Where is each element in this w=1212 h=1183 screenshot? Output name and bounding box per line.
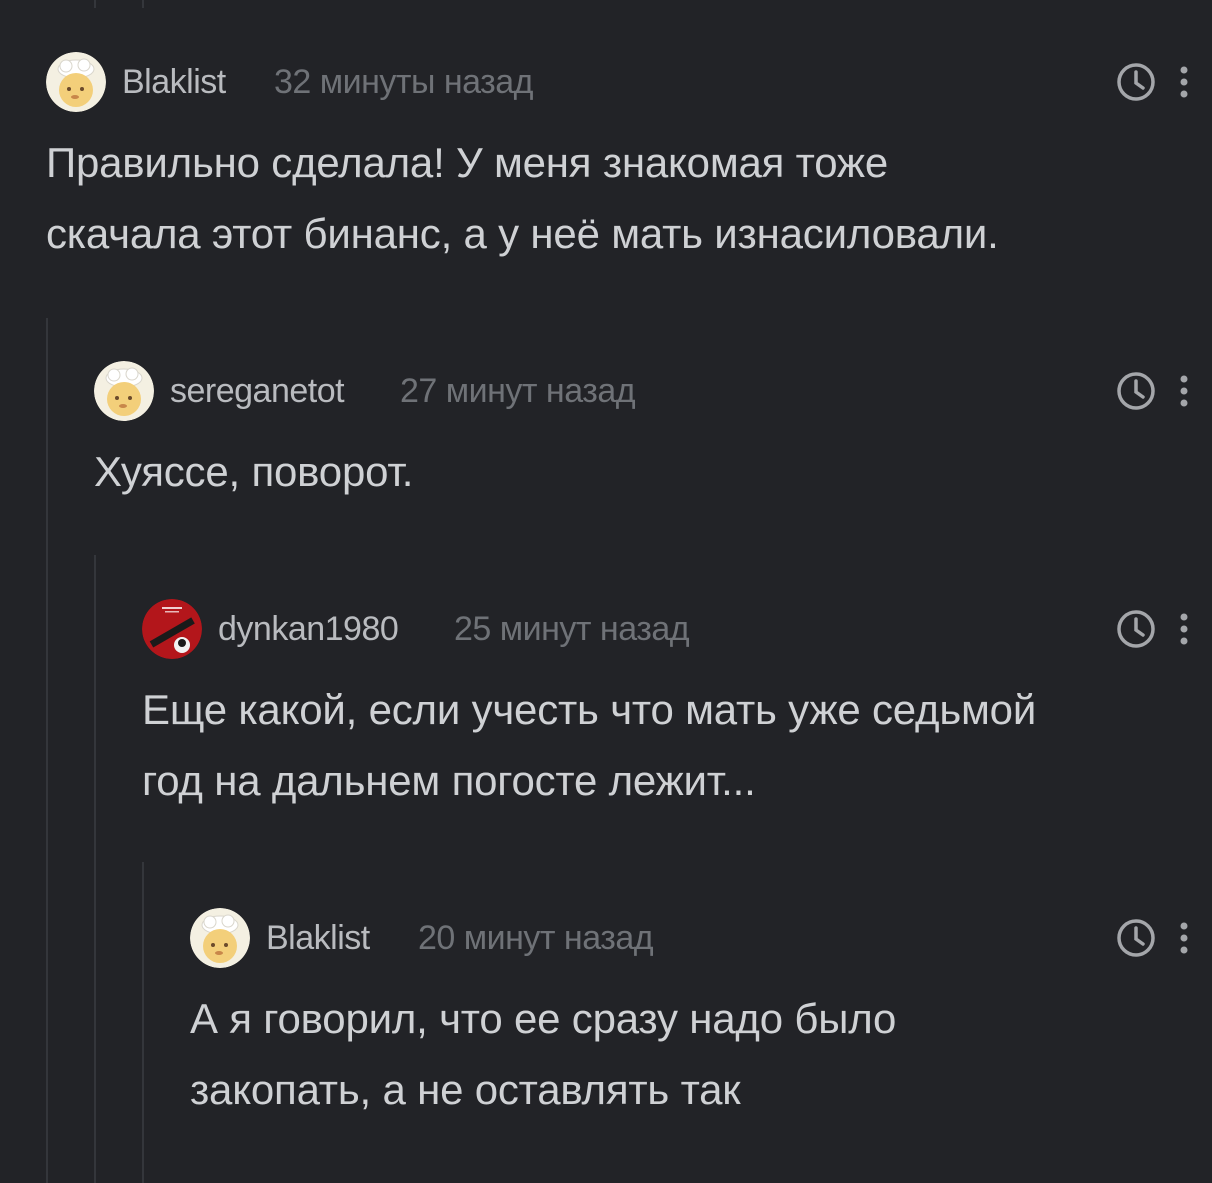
more-vertical-icon[interactable]: [1176, 62, 1192, 102]
comment: dynkan1980 25 минут назад Еще какой, есл…: [142, 599, 1212, 816]
username[interactable]: sereganetot: [170, 371, 345, 411]
comment-text-line: закопать, а не оставлять так: [190, 1066, 741, 1113]
clock-icon[interactable]: [1116, 609, 1156, 649]
avatar[interactable]: [94, 361, 154, 421]
comment-text-line: Хуяссе, поворот.: [94, 448, 414, 495]
comment: Blaklist 20 минут назад А я говорил, что…: [190, 908, 1212, 1125]
comment-header: Blaklist 20 минут назад: [190, 908, 1212, 968]
comment-text-line: Еще какой, если учесть что мать уже седь…: [142, 686, 1037, 733]
timestamp: 25 минут назад: [454, 610, 690, 648]
username[interactable]: Blaklist: [122, 62, 226, 102]
clock-icon[interactable]: [1116, 62, 1156, 102]
more-vertical-icon[interactable]: [1176, 371, 1192, 411]
username[interactable]: dynkan1980: [218, 609, 399, 649]
thread-line-top: [142, 0, 144, 8]
comment-text: Еще какой, если учесть что мать уже седь…: [142, 674, 1212, 816]
comment-text-line: Правильно сделала! У меня знакомая тоже: [46, 139, 888, 186]
timestamp: 32 минуты назад: [274, 63, 534, 101]
comment-text-line: А я говорил, что ее сразу надо было: [190, 995, 897, 1042]
comment-header: Blaklist 32 минуты назад: [46, 52, 1212, 112]
timestamp: 20 минут назад: [418, 919, 654, 957]
comment-text-line: год на дальнем погосте лежит...: [142, 757, 756, 804]
comment: Blaklist 32 минуты назад Правильно сдела…: [46, 52, 1212, 269]
thread-line-level-3[interactable]: [142, 862, 144, 1183]
thread-line-top: [94, 0, 96, 8]
username[interactable]: Blaklist: [266, 918, 370, 958]
comment-text-line: скачала этот бинанс, а у неё мать изнаси…: [46, 210, 999, 257]
clock-icon[interactable]: [1116, 918, 1156, 958]
comment-text: Правильно сделала! У меня знакомая тоже …: [46, 127, 1212, 269]
baby-chef-avatar-icon: [46, 52, 106, 112]
clock-icon[interactable]: [1116, 371, 1156, 411]
red-poster-avatar-icon: [142, 599, 202, 659]
more-vertical-icon[interactable]: [1176, 609, 1192, 649]
thread-line-level-2[interactable]: [94, 555, 96, 1183]
more-vertical-icon[interactable]: [1176, 918, 1192, 958]
comment-header: sereganetot 27 минут назад: [94, 361, 1212, 421]
avatar[interactable]: [142, 599, 202, 659]
baby-chef-avatar-icon: [94, 361, 154, 421]
comment: sereganetot 27 минут назад Хуяссе, повор…: [94, 361, 1212, 507]
comment-text: А я говорил, что ее сразу надо было зако…: [190, 983, 1212, 1125]
avatar[interactable]: [46, 52, 106, 112]
comment-header: dynkan1980 25 минут назад: [142, 599, 1212, 659]
avatar[interactable]: [190, 908, 250, 968]
thread-line-level-1[interactable]: [46, 318, 48, 1183]
timestamp: 27 минут назад: [400, 372, 636, 410]
comment-text: Хуяссе, поворот.: [94, 436, 1212, 507]
baby-chef-avatar-icon: [190, 908, 250, 968]
